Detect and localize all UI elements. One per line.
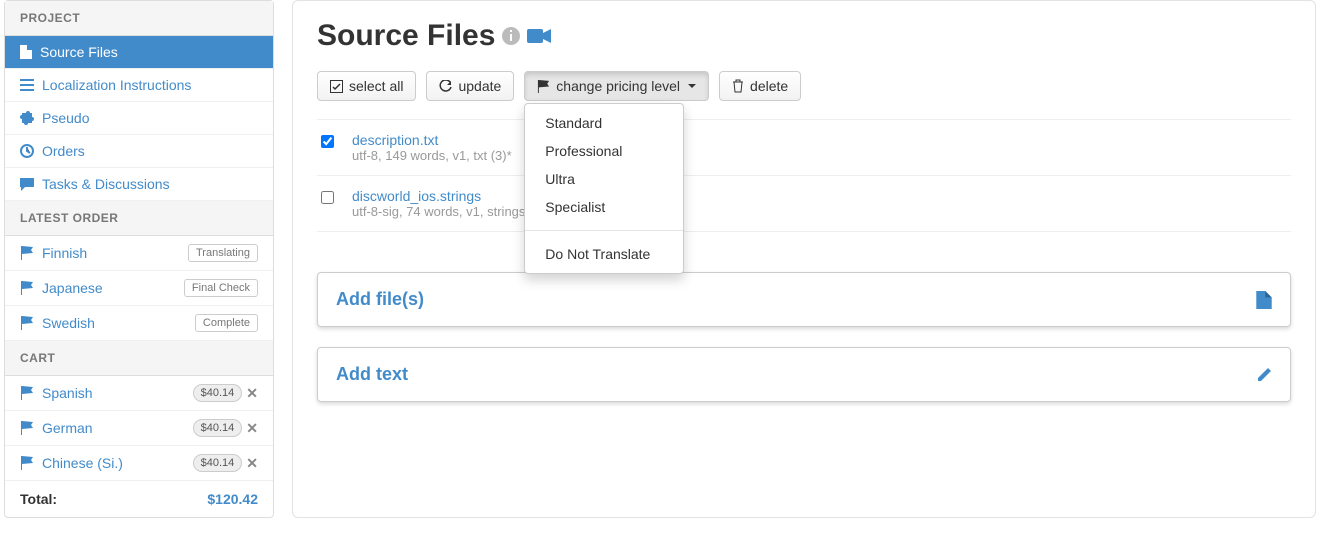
change-pricing-button[interactable]: change pricing level — [524, 71, 709, 101]
file-icon — [1256, 291, 1272, 309]
delete-button[interactable]: delete — [719, 71, 801, 101]
order-status: Translating — [188, 244, 258, 262]
cart-label: Chinese (Si.) — [42, 455, 123, 471]
order-status: Final Check — [184, 279, 258, 297]
cart-item-spanish[interactable]: Spanish $40.14✕ — [5, 376, 273, 411]
pencil-icon — [1256, 367, 1272, 383]
cart-price: $40.14 — [193, 384, 243, 402]
dropdown-divider — [525, 230, 683, 231]
file-checkbox[interactable] — [321, 191, 334, 204]
add-files-label: Add file(s) — [336, 289, 424, 310]
cart-price: $40.14 — [193, 454, 243, 472]
cart-label: Spanish — [42, 385, 93, 401]
pricing-option-do-not-translate[interactable]: Do Not Translate — [525, 240, 683, 268]
add-text-label: Add text — [336, 364, 408, 385]
pricing-option-professional[interactable]: Professional — [525, 137, 683, 165]
trash-icon — [732, 79, 744, 93]
check-icon — [330, 80, 343, 93]
info-icon[interactable] — [501, 26, 521, 46]
sidebar-header-latest-order: LATEST ORDER — [5, 201, 273, 236]
file-row: discworld_ios.strings utf-8-sig, 74 word… — [317, 176, 1291, 232]
sidebar-item-orders[interactable]: Orders — [5, 135, 273, 168]
cart-total-row: Total: $120.42 — [5, 481, 273, 517]
flag-icon — [20, 456, 34, 470]
video-icon[interactable] — [527, 27, 551, 45]
pricing-option-standard[interactable]: Standard — [525, 109, 683, 137]
file-name-link[interactable]: discworld_ios.strings — [352, 188, 525, 204]
sidebar-item-source-files[interactable]: Source Files — [5, 36, 273, 69]
caret-down-icon — [688, 84, 696, 88]
order-status: Complete — [195, 314, 258, 332]
order-label: Japanese — [42, 280, 103, 296]
sidebar-latest-order-list: Finnish Translating Japanese Final Check… — [5, 236, 273, 341]
order-item-japanese[interactable]: Japanese Final Check — [5, 271, 273, 306]
add-files-box[interactable]: Add file(s) — [317, 272, 1291, 327]
cart-price: $40.14 — [193, 419, 243, 437]
cart-remove-icon[interactable]: ✕ — [246, 385, 258, 402]
sidebar-item-label: Tasks & Discussions — [42, 176, 170, 192]
cart-remove-icon[interactable]: ✕ — [246, 420, 258, 437]
order-item-finnish[interactable]: Finnish Translating — [5, 236, 273, 271]
change-pricing-dropdown: change pricing level Standard Profession… — [524, 71, 709, 101]
cart-total-amount: $120.42 — [207, 491, 258, 507]
file-info: description.txt utf-8, 149 words, v1, tx… — [352, 132, 512, 163]
sidebar-project-list: Source Files Localization Instructions P… — [5, 36, 273, 201]
file-info: discworld_ios.strings utf-8-sig, 74 word… — [352, 188, 525, 219]
toolbar: select all update change pricing level S… — [317, 71, 1291, 101]
sidebar: PROJECT Source Files Localization Instru… — [4, 0, 274, 518]
file-meta: utf-8-sig, 74 words, v1, strings — [352, 204, 525, 219]
sidebar-item-tasks-discussions[interactable]: Tasks & Discussions — [5, 168, 273, 201]
list-icon — [20, 79, 34, 91]
main-panel: Source Files select all update change pr… — [292, 0, 1316, 518]
pricing-option-specialist[interactable]: Specialist — [525, 193, 683, 221]
comment-icon — [20, 178, 34, 191]
order-label: Finnish — [42, 245, 87, 261]
file-meta: utf-8, 149 words, v1, txt (3)* — [352, 148, 512, 163]
cart-total-label: Total: — [20, 491, 57, 507]
button-label: change pricing level — [556, 78, 680, 94]
file-checkbox[interactable] — [321, 135, 334, 148]
refresh-icon — [439, 80, 452, 93]
sidebar-item-label: Source Files — [40, 44, 118, 60]
sidebar-item-localization-instructions[interactable]: Localization Instructions — [5, 69, 273, 102]
button-label: update — [458, 78, 501, 94]
sidebar-header-project: PROJECT — [5, 1, 273, 36]
button-label: delete — [750, 78, 788, 94]
order-label: Swedish — [42, 315, 95, 331]
flag-icon — [537, 80, 550, 93]
cart-remove-icon[interactable]: ✕ — [246, 455, 258, 472]
cart-label: German — [42, 420, 93, 436]
clock-icon — [20, 144, 34, 158]
file-row: description.txt utf-8, 149 words, v1, tx… — [317, 120, 1291, 176]
add-text-box[interactable]: Add text — [317, 347, 1291, 402]
flag-icon — [20, 421, 34, 435]
update-button[interactable]: update — [426, 71, 514, 101]
sidebar-item-pseudo[interactable]: Pseudo — [5, 102, 273, 135]
sidebar-item-label: Pseudo — [42, 110, 89, 126]
flag-icon — [20, 281, 34, 295]
cart-item-chinese[interactable]: Chinese (Si.) $40.14✕ — [5, 446, 273, 481]
page-title-text: Source Files — [317, 19, 495, 53]
add-panel: Add file(s) Add text — [317, 272, 1291, 402]
select-all-button[interactable]: select all — [317, 71, 416, 101]
puzzle-icon — [20, 111, 34, 125]
file-icon — [20, 45, 32, 59]
flag-icon — [20, 316, 34, 330]
sidebar-item-label: Orders — [42, 143, 85, 159]
cart-item-german[interactable]: German $40.14✕ — [5, 411, 273, 446]
file-name-link[interactable]: description.txt — [352, 132, 512, 148]
file-list: description.txt utf-8, 149 words, v1, tx… — [317, 119, 1291, 232]
flag-icon — [20, 246, 34, 260]
flag-icon — [20, 386, 34, 400]
pricing-option-ultra[interactable]: Ultra — [525, 165, 683, 193]
pricing-dropdown-menu: Standard Professional Ultra Specialist D… — [524, 103, 684, 274]
order-item-swedish[interactable]: Swedish Complete — [5, 306, 273, 341]
page-title: Source Files — [317, 19, 1291, 53]
sidebar-header-cart: CART — [5, 341, 273, 376]
button-label: select all — [349, 78, 403, 94]
sidebar-cart-list: Spanish $40.14✕ German $40.14✕ Chinese (… — [5, 376, 273, 481]
sidebar-item-label: Localization Instructions — [42, 77, 191, 93]
